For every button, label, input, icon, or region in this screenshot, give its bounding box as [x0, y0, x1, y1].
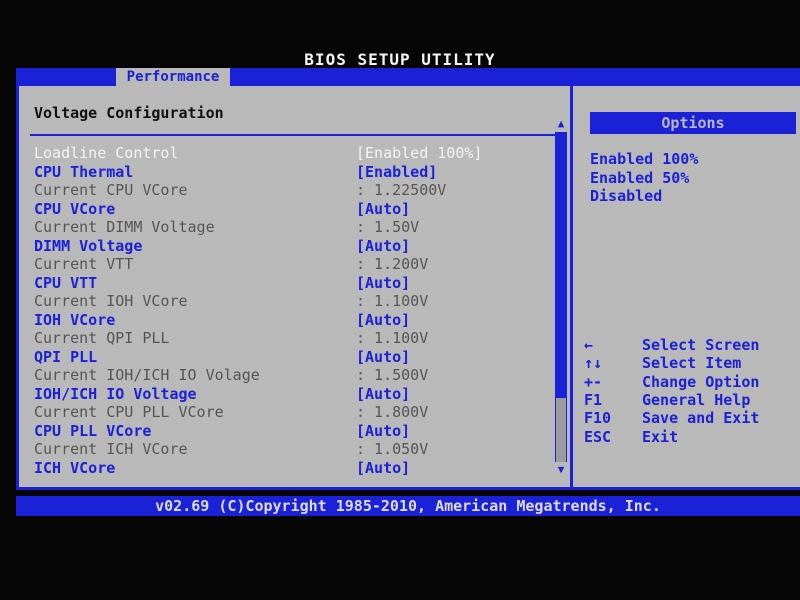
setting-row: Current QPI PLL : 1.100V [34, 329, 554, 347]
setting-value[interactable]: [Auto] [356, 459, 410, 477]
help-key: +- [584, 372, 603, 391]
setting-label: Current ICH VCore [34, 440, 188, 458]
setting-label: Current DIMM Voltage [34, 218, 215, 236]
setting-row: Current IOH VCore : 1.100V [34, 292, 554, 310]
help-key: ESC [584, 427, 612, 446]
help-description: Save and Exit [642, 409, 760, 428]
section-title: Voltage Configuration [34, 104, 224, 122]
setting-label: Current QPI PLL [34, 329, 170, 347]
setting-value: : 1.22500V [356, 181, 447, 199]
setting-value[interactable]: [Enabled 100%] [356, 144, 482, 162]
setting-row[interactable]: Loadline Control [Enabled 100%] [34, 144, 554, 162]
setting-row: Current DIMM Voltage : 1.50V [34, 218, 554, 236]
setting-row[interactable]: IOH VCore [Auto] [34, 311, 554, 329]
help-key: ← [584, 336, 594, 354]
section-rule [30, 134, 556, 136]
setting-row: Current VTT : 1.200V [34, 255, 554, 273]
setting-row: Current CPU PLL VCore : 1.800V [34, 403, 554, 421]
setting-value[interactable]: [Auto] [356, 200, 410, 218]
setting-row[interactable]: ICH VCore [Auto] [34, 459, 554, 477]
setting-value: : 1.050V [356, 440, 429, 458]
bios-screen: BIOS SETUP UTILITY Performance Voltage C… [0, 0, 800, 600]
setting-label: ICH VCore [34, 458, 116, 477]
setting-label: Current CPU PLL VCore [34, 403, 224, 421]
setting-value[interactable]: [Auto] [356, 385, 410, 403]
setting-row[interactable]: CPU PLL VCore [Auto] [34, 422, 554, 440]
setting-label: Current CPU VCore [34, 181, 188, 199]
setting-label: IOH/ICH IO Voltage [34, 384, 197, 403]
option-item[interactable]: Disabled [590, 187, 662, 205]
setting-value: : 1.200V [356, 255, 429, 273]
setting-value: : 1.50V [356, 218, 420, 236]
setting-label: IOH VCore [34, 310, 116, 329]
setting-row[interactable]: IOH/ICH IO Voltage [Auto] [34, 385, 554, 403]
help-key: F1 [584, 390, 603, 409]
setting-value: : 1.500V [356, 366, 429, 384]
help-description: Exit [642, 427, 679, 446]
setting-label: Current IOH/ICH IO Volage [34, 366, 260, 384]
tab-performance[interactable]: Performance [116, 68, 230, 86]
setting-row: Current IOH/ICH IO Volage : 1.500V [34, 366, 554, 384]
setting-value: : 1.100V [356, 292, 429, 310]
help-key: F10 [584, 409, 612, 428]
options-header: Options [590, 112, 796, 134]
setting-value[interactable]: [Auto] [356, 274, 410, 292]
scroll-thumb[interactable] [556, 398, 566, 462]
setting-row: Current ICH VCore : 1.050V [34, 440, 554, 458]
setting-row[interactable]: CPU Thermal [Enabled] [34, 163, 554, 181]
triangle-down-icon[interactable]: ▼ [555, 464, 567, 476]
setting-value: : 1.100V [356, 329, 429, 347]
setting-value[interactable]: [Enabled] [356, 163, 437, 181]
setting-value[interactable]: [Auto] [356, 348, 410, 366]
triangle-up-icon[interactable]: ▲ [555, 118, 567, 130]
setting-label: DIMM Voltage [34, 236, 143, 255]
setting-value[interactable]: [Auto] [356, 422, 410, 440]
scrollbar[interactable]: ▲ ▼ [555, 118, 567, 478]
setting-label: Current IOH VCore [34, 292, 188, 310]
setting-row[interactable]: DIMM Voltage [Auto] [34, 237, 554, 255]
setting-label: CPU VTT [34, 273, 98, 292]
setting-value[interactable]: [Auto] [356, 237, 410, 255]
setting-label: CPU PLL VCore [34, 421, 152, 440]
setting-row[interactable]: CPU VTT [Auto] [34, 274, 554, 292]
setting-row: Current CPU VCore : 1.22500V [34, 181, 554, 199]
setting-value[interactable]: [Auto] [356, 311, 410, 329]
setting-row[interactable]: CPU VCore [Auto] [34, 200, 554, 218]
option-item[interactable]: Enabled 50% [590, 169, 689, 187]
setting-label: CPU Thermal [34, 162, 134, 181]
setting-label: Current VTT [34, 255, 134, 273]
setting-row[interactable]: QPI PLL [Auto] [34, 348, 554, 366]
setting-label: QPI PLL [34, 347, 98, 366]
footer-copyright: v02.69 (C)Copyright 1985-2010, American … [16, 496, 800, 516]
help-description: Select Item [642, 354, 742, 373]
help-description: General Help [642, 390, 751, 409]
setting-label: Loadline Control [34, 144, 179, 162]
help-key: ↑↓ [584, 354, 603, 373]
panel-divider [570, 86, 573, 490]
setting-value: : 1.800V [356, 403, 429, 421]
help-description: Select Screen [642, 336, 760, 354]
option-item[interactable]: Enabled 100% [590, 150, 698, 168]
setting-label: CPU VCore [34, 199, 116, 218]
help-description: Change Option [642, 372, 760, 391]
